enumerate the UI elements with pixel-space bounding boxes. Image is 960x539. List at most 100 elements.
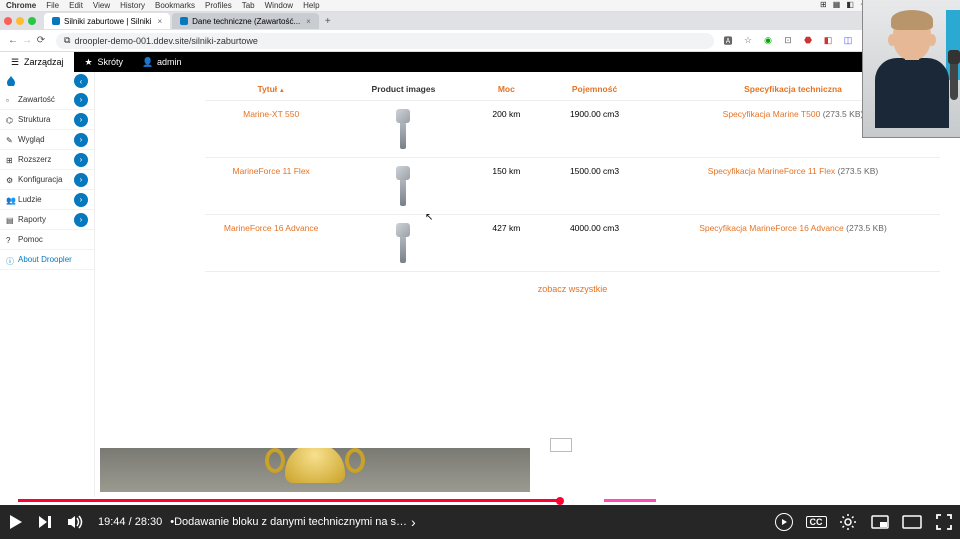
collapse-sidebar-button[interactable]: ‹: [74, 74, 88, 88]
expand-icon[interactable]: ›: [74, 113, 88, 127]
expand-icon[interactable]: ›: [74, 213, 88, 227]
fullscreen-button[interactable]: [928, 505, 960, 539]
video-chapter-title[interactable]: Dodawanie bloku z danymi technicznymi na…: [174, 516, 407, 528]
sidebar-item-help[interactable]: ?Pomoc: [0, 230, 94, 250]
shortcuts-link[interactable]: ★ Skróty: [74, 52, 134, 72]
forward-button[interactable]: →: [20, 35, 34, 46]
spec-link[interactable]: Specyfikacja Marine T500: [723, 109, 821, 119]
captions-button[interactable]: CC: [800, 505, 832, 539]
reload-button[interactable]: ⟳: [34, 35, 48, 46]
layout-selection-box[interactable]: [550, 438, 572, 452]
reports-icon: ▤: [6, 216, 14, 224]
star-icon: ★: [84, 57, 94, 67]
config-icon: ⚙: [6, 176, 14, 184]
browser-tab-active[interactable]: Silniki zaburtowe | Silniki ×: [44, 13, 170, 29]
close-tab-icon[interactable]: ×: [306, 17, 311, 26]
cast-icon[interactable]: [908, 440, 930, 458]
people-icon: 👥: [6, 196, 14, 204]
trophy-image: [260, 448, 370, 492]
show-all-link[interactable]: zobacz wszystkie: [205, 272, 940, 306]
back-button[interactable]: ←: [6, 35, 20, 46]
col-images: Product images: [337, 78, 469, 101]
extension-icon[interactable]: ◉: [762, 35, 774, 47]
spec-size: (273.5 KB): [838, 166, 879, 176]
tab-title: Silniki zaburtowe | Silniki: [64, 17, 151, 26]
col-power[interactable]: Moc: [470, 78, 544, 101]
expand-icon[interactable]: ›: [74, 153, 88, 167]
site-info-icon[interactable]: ⧉: [64, 35, 70, 46]
new-tab-button[interactable]: +: [321, 16, 335, 27]
col-capacity[interactable]: Pojemność: [543, 78, 646, 101]
mac-menu-file[interactable]: File: [46, 1, 59, 10]
miniplayer-button[interactable]: [864, 505, 896, 539]
sidebar-item-people[interactable]: 👥Ludzie ›: [0, 190, 94, 210]
sidebar-item-extend[interactable]: ⊞Rozszerz ›: [0, 150, 94, 170]
browser-tab[interactable]: Dane techniczne (Zawartość... ×: [172, 13, 319, 29]
mac-menu-window[interactable]: Window: [265, 1, 293, 10]
maximize-window-button[interactable]: [28, 17, 36, 25]
expand-icon[interactable]: ›: [74, 173, 88, 187]
spec-cell: Specyfikacja MarineForce 16 Advance (273…: [646, 215, 940, 272]
manage-toggle[interactable]: ☰ Zarządzaj: [0, 52, 74, 72]
extension-icon[interactable]: ⊡: [782, 35, 794, 47]
browser-tab-strip: Silniki zaburtowe | Silniki × Dane techn…: [0, 12, 960, 30]
close-tab-icon[interactable]: ×: [157, 17, 162, 26]
extension-icon[interactable]: ◫: [842, 35, 854, 47]
table-row: MarineForce 16 Advance 427 km 4000.00 cm…: [205, 215, 940, 272]
bookmark-icon[interactable]: ☆: [742, 35, 754, 47]
expand-icon[interactable]: ›: [74, 193, 88, 207]
chapter-chevron-icon[interactable]: ›: [411, 514, 416, 530]
progress-handle[interactable]: [556, 497, 564, 505]
product-image-cell: [337, 158, 469, 215]
next-button[interactable]: [30, 505, 60, 539]
col-title[interactable]: Tytuł: [205, 78, 337, 101]
sidebar-item-structure[interactable]: ⌬Struktura ›: [0, 110, 94, 130]
mac-app-name[interactable]: Chrome: [6, 1, 36, 10]
settings-button[interactable]: [832, 505, 864, 539]
spec-cell: Specyfikacja MarineForce 11 Flex (273.5 …: [646, 158, 940, 215]
user-menu[interactable]: 👤 admin: [133, 52, 192, 72]
sidebar-item-appearance[interactable]: ✎Wygląd ›: [0, 130, 94, 150]
tab-title: Dane techniczne (Zawartość...: [192, 17, 300, 26]
spec-link[interactable]: Specyfikacja MarineForce 11 Flex: [708, 166, 835, 176]
product-title-link[interactable]: MarineForce 11 Flex: [205, 158, 337, 215]
table-row: Marine-XT 550 200 km 1900.00 cm3 Specyfi…: [205, 101, 940, 158]
mac-menu-tab[interactable]: Tab: [242, 1, 255, 10]
capacity-value: 4000.00 cm3: [543, 215, 646, 272]
extension-icon[interactable]: ⬣: [802, 35, 814, 47]
mac-menu-help[interactable]: Help: [303, 1, 319, 10]
power-value: 200 km: [470, 101, 544, 158]
status-icon[interactable]: ◧: [846, 0, 854, 11]
presenter-figure: [873, 12, 951, 132]
close-window-button[interactable]: [4, 17, 12, 25]
extension-icon[interactable]: ◧: [822, 35, 834, 47]
sidebar-item-about[interactable]: ⓘAbout Droopler: [0, 250, 94, 270]
translate-icon[interactable]: 🅰: [722, 35, 734, 47]
table-row: MarineForce 11 Flex 150 km 1500.00 cm3 S…: [205, 158, 940, 215]
product-title-link[interactable]: MarineForce 16 Advance: [205, 215, 337, 272]
sidebar-item-content[interactable]: ▫Zawartość ›: [0, 90, 94, 110]
expand-icon[interactable]: ›: [74, 133, 88, 147]
mac-menu-view[interactable]: View: [93, 1, 110, 10]
mac-menu-edit[interactable]: Edit: [69, 1, 83, 10]
mac-menu-bookmarks[interactable]: Bookmarks: [155, 1, 195, 10]
video-progress-bar[interactable]: [0, 497, 960, 505]
theater-button[interactable]: [896, 505, 928, 539]
expand-icon[interactable]: ›: [74, 93, 88, 107]
status-icon[interactable]: ⊞: [820, 0, 827, 11]
minimize-window-button[interactable]: [16, 17, 24, 25]
volume-button[interactable]: [60, 505, 90, 539]
mac-menu-profiles[interactable]: Profiles: [205, 1, 232, 10]
url-input[interactable]: ⧉ droopler-demo-001.ddev.site/silniki-za…: [56, 33, 714, 49]
status-icon[interactable]: ▦: [833, 0, 841, 11]
sidebar-item-reports[interactable]: ▤Raporty ›: [0, 210, 94, 230]
autoplay-toggle[interactable]: [768, 505, 800, 539]
appearance-icon: ✎: [6, 136, 14, 144]
spec-link[interactable]: Specyfikacja MarineForce 16 Advance: [699, 223, 844, 233]
hamburger-icon: ☰: [10, 57, 20, 67]
sidebar-item-config[interactable]: ⚙Konfiguracja ›: [0, 170, 94, 190]
video-controls: 19:44 / 28:30 • Dodawanie bloku z danymi…: [0, 505, 960, 539]
mac-menu-history[interactable]: History: [120, 1, 145, 10]
play-button[interactable]: [0, 505, 30, 539]
product-title-link[interactable]: Marine-XT 550: [205, 101, 337, 158]
